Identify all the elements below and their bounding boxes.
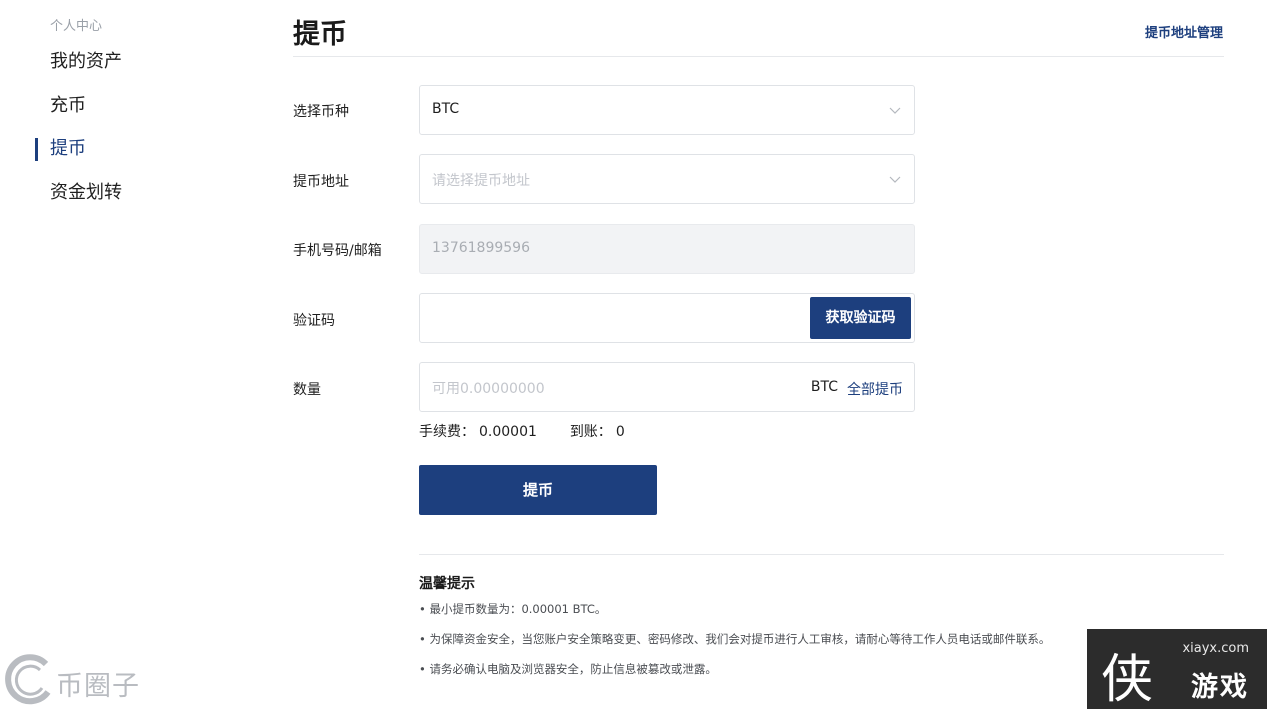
sidebar-active-indicator <box>35 138 38 161</box>
address-label: 提币地址 <box>293 174 349 190</box>
received-label: 到账： <box>569 424 612 440</box>
currency-value: BTC <box>432 101 460 117</box>
watermark-right: 侠 xiayx.com 游戏 <box>1087 629 1267 709</box>
watermark-brand: 游戏 <box>1191 672 1249 703</box>
watermark-left: 币圈子 <box>0 650 160 709</box>
currency-select[interactable]: BTC <box>419 85 915 135</box>
address-placeholder: 请选择提币地址 <box>432 173 530 189</box>
amount-placeholder: 可用0.00000000 <box>432 381 545 397</box>
page-title: 提币 <box>293 19 347 50</box>
watermark-left-text: 币圈子 <box>56 671 140 702</box>
chevron-down-icon <box>889 107 901 114</box>
code-input[interactable]: 获取验证码 <box>419 293 915 343</box>
account-value: 13761899596 <box>432 240 530 256</box>
chevron-down-icon <box>889 176 901 183</box>
fee-value: 0.00001 <box>479 424 537 440</box>
fee-label: 手续费： <box>419 424 475 440</box>
sidebar-item-transfer[interactable]: 资金划转 <box>50 180 122 206</box>
amount-input[interactable]: 可用0.00000000 BTC 全部提币 <box>419 362 915 412</box>
withdraw-all-link[interactable]: 全部提币 <box>847 379 903 399</box>
tips-title: 温馨提示 <box>419 576 475 592</box>
sidebar-item-withdraw[interactable]: 提币 <box>50 136 86 162</box>
address-select[interactable]: 请选择提币地址 <box>419 154 915 204</box>
currency-label: 选择币种 <box>293 104 349 120</box>
tip-item: • 请务必确认电脑及浏览器安全，防止信息被篡改或泄露。 <box>419 662 717 676</box>
tip-item: • 为保障资金安全，当您账户安全策略变更、密码修改、我们会对提币进行人工审核，请… <box>419 632 1051 646</box>
address-manage-link[interactable]: 提币地址管理 <box>1145 22 1223 41</box>
account-field: 13761899596 <box>419 224 915 274</box>
withdraw-submit-button[interactable]: 提币 <box>419 465 657 515</box>
watermark-domain: xiayx.com <box>1182 641 1249 656</box>
get-code-button[interactable]: 获取验证码 <box>810 297 911 339</box>
sidebar-item-deposit[interactable]: 充币 <box>50 93 86 119</box>
fee-line: 手续费： 0.00001 到账： 0 <box>419 421 629 441</box>
received-value: 0 <box>615 424 625 440</box>
sidebar-item-assets[interactable]: 我的资产 <box>50 49 122 75</box>
header-divider <box>293 56 1224 57</box>
tips-divider <box>419 554 1224 555</box>
account-label: 手机号码/邮箱 <box>293 243 382 259</box>
sidebar-section-title: 个人中心 <box>50 19 103 34</box>
tip-item: • 最小提币数量为：0.00001 BTC。 <box>419 602 607 616</box>
watermark-glyph: 侠 <box>1101 650 1154 709</box>
amount-label: 数量 <box>293 382 321 398</box>
sidebar: 个人中心 我的资产 充币 提币 资金划转 <box>0 0 240 709</box>
code-label: 验证码 <box>293 313 335 329</box>
watermark-logo-icon <box>5 654 51 705</box>
amount-unit: BTC <box>810 379 838 395</box>
